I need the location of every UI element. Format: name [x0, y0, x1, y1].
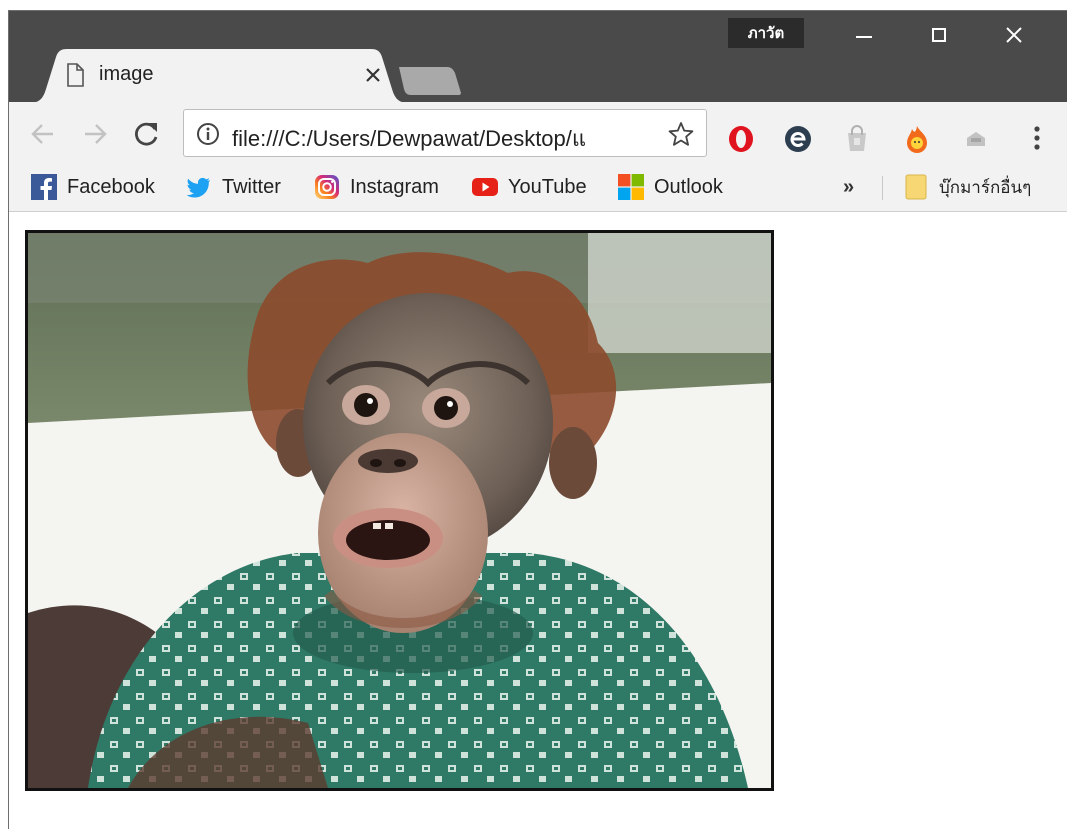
- bookmarks-bar: Facebook Twitter Instagram YouTube Outlo…: [9, 164, 1067, 212]
- forward-arrow-icon[interactable]: [81, 120, 109, 148]
- instagram-icon: [315, 175, 339, 199]
- address-bar[interactable]: file:///C:/Users/Dewpawat/Desktop/แ: [183, 109, 707, 157]
- facebook-icon: [31, 174, 57, 200]
- e-extension-icon[interactable]: [783, 124, 813, 154]
- bookmark-label: Facebook: [67, 175, 155, 198]
- bookmark-youtube[interactable]: YouTube: [472, 172, 587, 202]
- bookmark-instagram[interactable]: Instagram: [314, 172, 439, 202]
- other-bookmarks[interactable]: บุ๊กมาร์กอื่นๆ: [903, 172, 1031, 202]
- minimize-button[interactable]: [827, 11, 901, 59]
- close-window-button[interactable]: [977, 11, 1051, 59]
- bookmark-label: YouTube: [508, 175, 587, 198]
- reload-icon[interactable]: [133, 120, 161, 148]
- bookmarks-overflow-button[interactable]: »: [843, 176, 854, 199]
- twitter-icon: [186, 177, 210, 198]
- windows-logo-icon: [618, 174, 644, 200]
- browser-window: ภาวัต image file:///C:/Users/Dewpawat/De…: [8, 10, 1067, 829]
- tab-title: image: [99, 63, 154, 85]
- orangutan-photo: [25, 230, 774, 791]
- folder-icon: [905, 174, 927, 200]
- shopping-bag-icon[interactable]: [842, 124, 872, 154]
- orangutan-illustration: [28, 233, 771, 788]
- youtube-icon: [472, 178, 498, 196]
- other-bookmarks-label: บุ๊กมาร์กอื่นๆ: [939, 177, 1032, 198]
- fire-icon[interactable]: [902, 124, 932, 154]
- bookmark-outlook[interactable]: Outlook: [618, 172, 723, 202]
- url-text[interactable]: file:///C:/Users/Dewpawat/Desktop/แ: [232, 121, 652, 156]
- tab-active[interactable]: image: [29, 49, 409, 103]
- close-icon: [1006, 27, 1022, 43]
- maximize-button[interactable]: [902, 11, 976, 59]
- maximize-icon: [932, 28, 946, 42]
- browser-toolbar: file:///C:/Users/Dewpawat/Desktop/แ: [9, 102, 1067, 164]
- gray-extension-icon[interactable]: [961, 124, 991, 154]
- tab-close-icon[interactable]: [363, 65, 383, 85]
- bookmark-facebook[interactable]: Facebook: [31, 172, 155, 202]
- bookmarks-divider: [882, 176, 883, 200]
- menu-dots-icon[interactable]: [1027, 124, 1047, 154]
- tab-shape: [29, 49, 409, 103]
- document-icon: [67, 63, 84, 87]
- back-arrow-icon[interactable]: [29, 120, 57, 148]
- bookmark-label: Twitter: [222, 175, 281, 198]
- page-content: [9, 212, 1067, 829]
- bookmark-star-icon[interactable]: [668, 121, 694, 147]
- bookmark-label: Outlook: [654, 175, 723, 198]
- minimize-icon: [856, 36, 872, 38]
- opera-icon[interactable]: [726, 124, 756, 154]
- bookmark-label: Instagram: [350, 175, 439, 198]
- info-icon[interactable]: [196, 122, 220, 146]
- new-tab-button[interactable]: [397, 67, 463, 95]
- bookmark-twitter[interactable]: Twitter: [186, 172, 281, 202]
- profile-badge[interactable]: ภาวัต: [728, 18, 804, 48]
- title-bar: ภาวัต image: [9, 11, 1067, 103]
